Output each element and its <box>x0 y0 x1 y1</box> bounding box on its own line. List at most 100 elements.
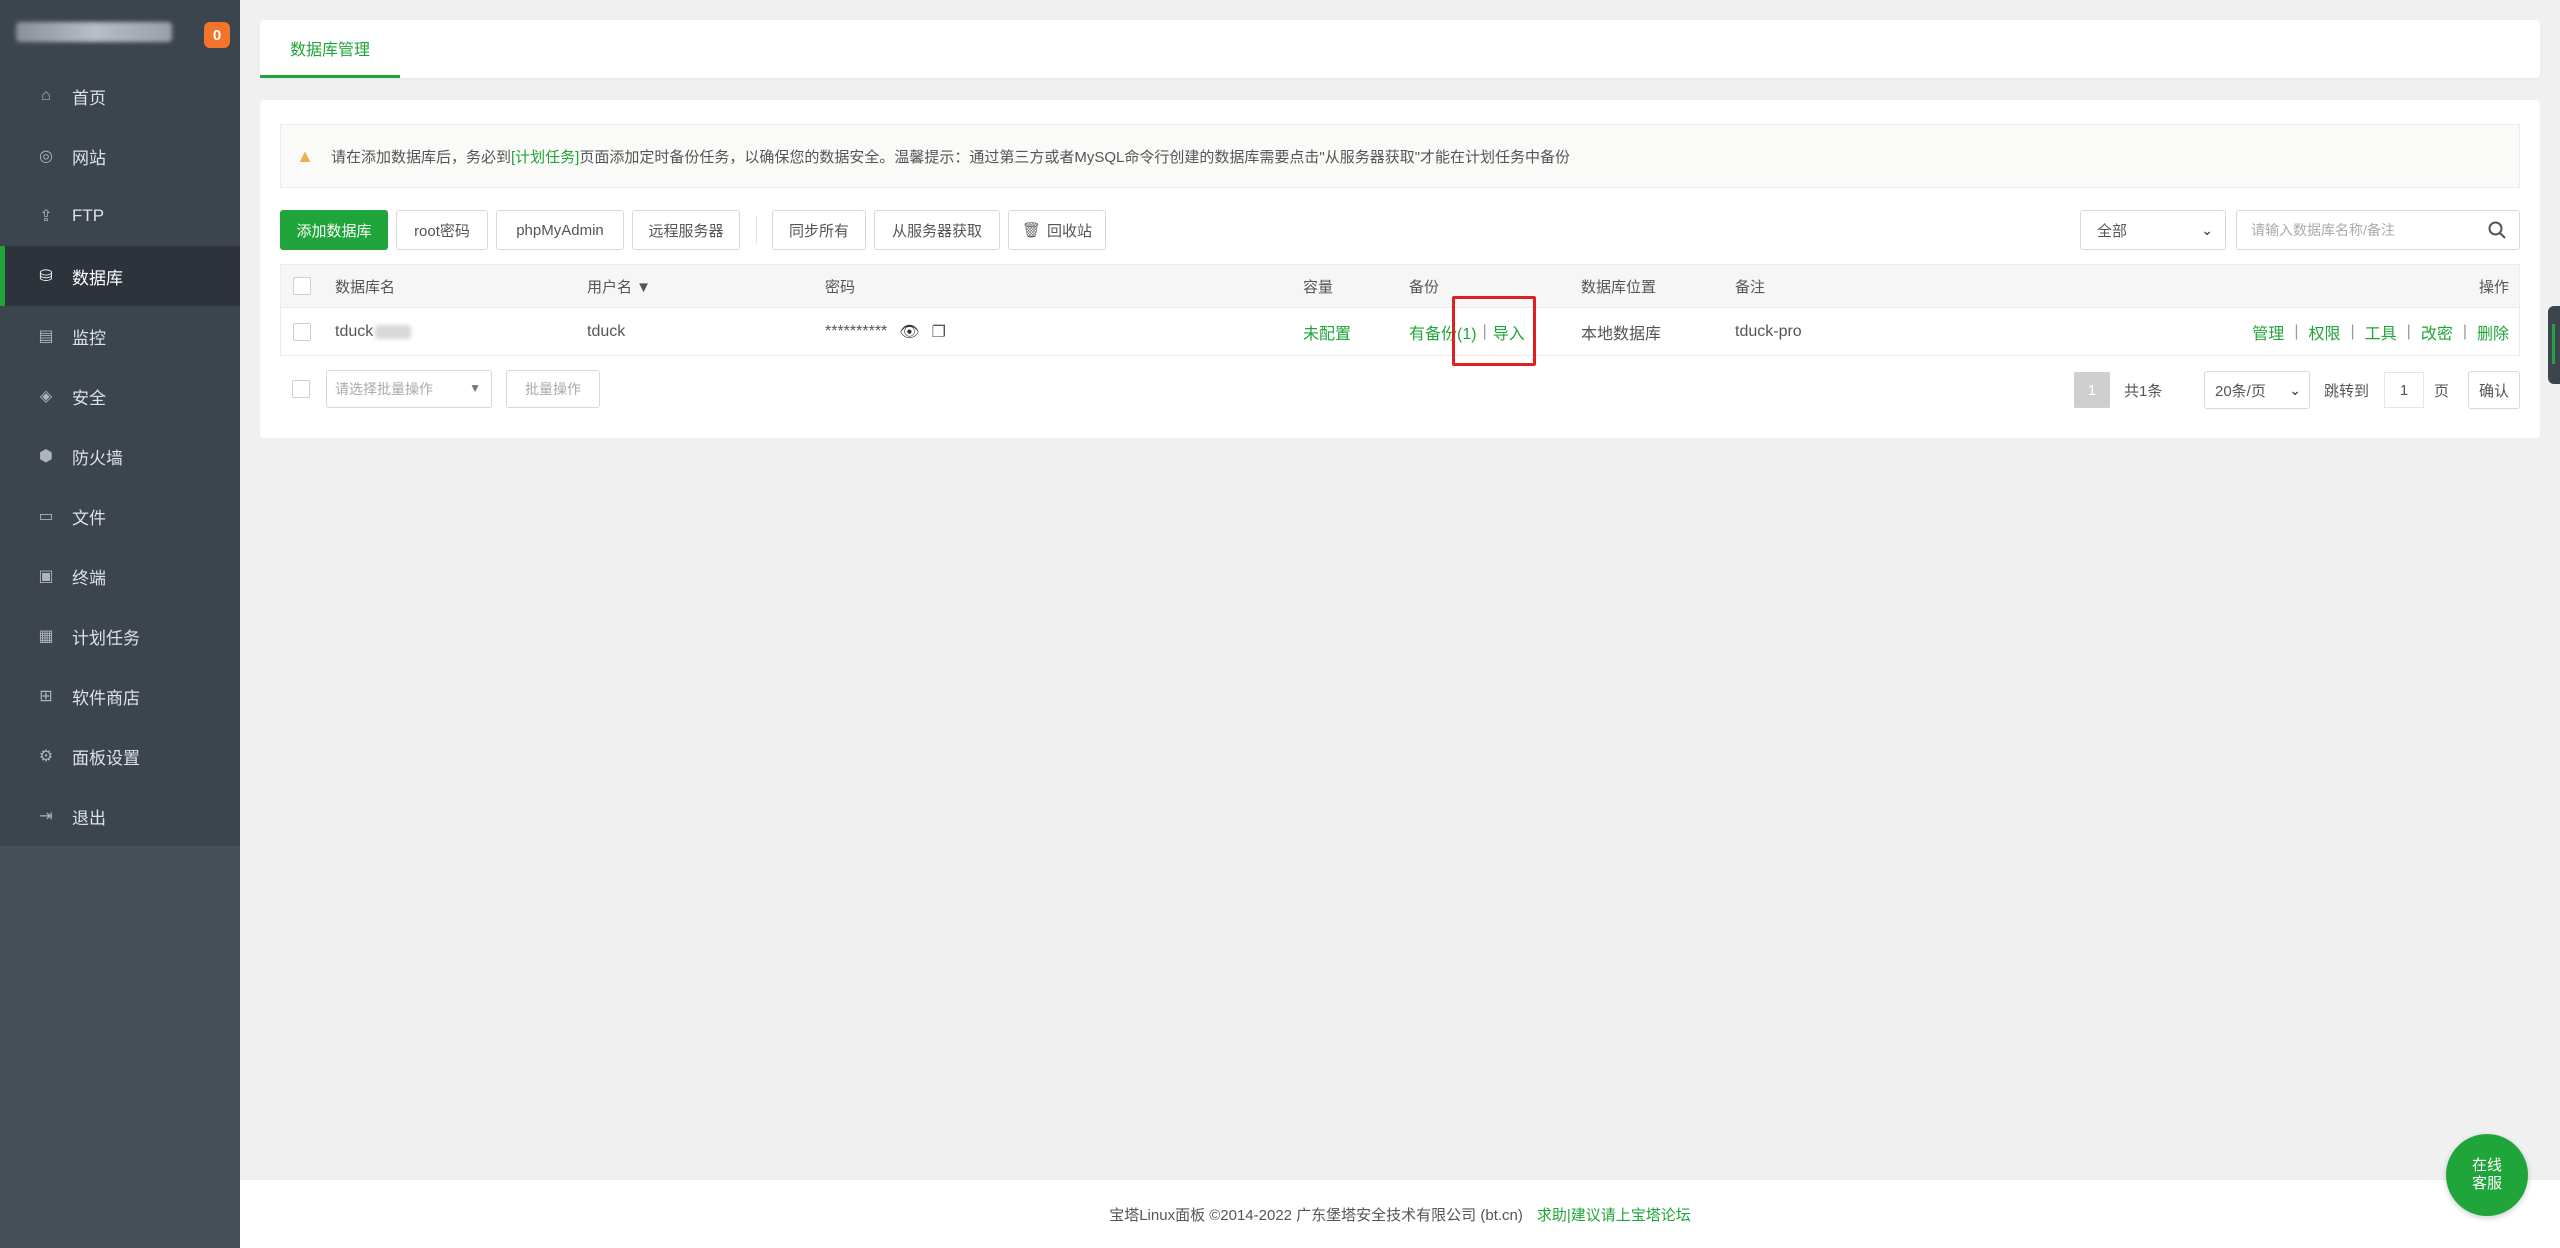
sidebar-item-firewall[interactable]: ⬢ 防火墙 <box>0 426 240 486</box>
permission-link[interactable]: 权限 <box>2308 320 2340 344</box>
search-icon[interactable] <box>2487 220 2507 240</box>
sidebar-item-label: 软件商店 <box>72 688 140 708</box>
backup-warning-alert: ▲ 请在添加数据库后，务必到 [计划任务] 页面添加定时备份任务，以确保您的数据… <box>280 124 2520 188</box>
ftp-icon: ⇪ <box>39 208 53 225</box>
settings-icon: ⚙ <box>38 748 54 765</box>
import-link[interactable]: 导入 <box>1493 320 1525 344</box>
phpmyadmin-button[interactable]: phpMyAdmin <box>496 210 624 250</box>
sidebar: 0 ⌂ 首页 ◎ 网站 ⇪ FTP ⛁ 数据库 ▤ 监控 ◈ 安全 ⬢ 防火墙 ▭ 文件 ▣ 终端 ▦ 计划任务 ⊞ 软件… <box>0 0 240 1248</box>
add-database-button[interactable]: 添加数据库 <box>280 210 388 250</box>
chevron-down-icon: ⌄ <box>2289 382 2301 398</box>
backup-link[interactable]: 有备份(1) <box>1409 320 1477 344</box>
jump-page-input[interactable]: 1 <box>2384 372 2424 408</box>
database-panel: ▲ 请在添加数据库后，务必到 [计划任务] 页面添加定时备份任务，以确保您的数据… <box>260 100 2540 438</box>
pagination: 1 共1条 20条/页 ⌄ 跳转到 1 页 确认 <box>2074 370 2520 410</box>
header-password: 密码 <box>825 278 856 296</box>
database-table: 数据库名 用户名 ▼ 密码 容量 备份 数据库位置 备注 操作 tduck td… <box>280 264 2520 356</box>
brand-logo <box>16 22 172 42</box>
sidebar-item-logout[interactable]: ⇥ 退出 <box>0 786 240 846</box>
main-content: 数据库管理 ▲ 请在添加数据库后，务必到 [计划任务] 页面添加定时备份任务，以… <box>240 0 2560 1248</box>
sidebar-item-label: 终端 <box>72 568 106 588</box>
row-checkbox[interactable] <box>293 322 311 341</box>
root-password-button[interactable]: root密码 <box>396 210 488 250</box>
firewall-icon: ⬢ <box>39 448 53 465</box>
header-capacity: 容量 <box>1303 278 1334 296</box>
sidebar-item-database[interactable]: ⛁ 数据库 <box>0 246 240 306</box>
support-label-line2: 客服 <box>2471 1175 2502 1192</box>
sidebar-item-calendar[interactable]: ▦ 计划任务 <box>0 606 240 666</box>
category-filter-select[interactable]: 全部 ⌄ <box>2080 210 2226 250</box>
sidebar-item-label: FTP <box>72 206 105 225</box>
sidebar-item-label: 面板设置 <box>72 748 140 768</box>
sidebar-bottom <box>0 846 240 1248</box>
side-drawer-handle[interactable] <box>2548 306 2560 384</box>
batch-operation-select[interactable]: 请选择批量操作 ▼ <box>326 370 492 408</box>
sidebar-item-label: 退出 <box>72 808 106 828</box>
copy-icon[interactable]: ❐ <box>932 322 946 342</box>
folder-icon: ▭ <box>38 508 54 525</box>
sidebar-item-ftp[interactable]: ⇪ FTP <box>0 186 240 246</box>
header-user[interactable]: 用户名 ▼ <box>587 265 651 307</box>
sidebar-item-globe[interactable]: ◎ 网站 <box>0 126 240 186</box>
tab-database-management[interactable]: 数据库管理 <box>260 20 400 78</box>
page-number-current[interactable]: 1 <box>2074 372 2110 408</box>
alert-text-after: 页面添加定时备份任务，以确保您的数据安全。温馨提示：通过第三方或者MySQL命令… <box>579 148 1571 166</box>
header-name: 数据库名 <box>335 278 396 296</box>
fetch-from-server-button[interactable]: 从服务器获取 <box>874 210 1000 250</box>
calendar-icon: ▦ <box>38 628 54 645</box>
sidebar-menu: ⌂ 首页 ◎ 网站 ⇪ FTP ⛁ 数据库 ▤ 监控 ◈ 安全 ⬢ 防火墙 ▭ 文件 ▣ 终端 ▦ 计划任务 ⊞ 软件商店… <box>0 66 240 846</box>
delete-link[interactable]: 删除 <box>2477 320 2509 344</box>
logout-icon: ⇥ <box>39 808 53 825</box>
alert-text-before: 请在添加数据库后，务必到 <box>331 148 512 166</box>
cell-location: 本地数据库 <box>1581 325 1662 343</box>
home-icon: ⌂ <box>41 87 51 104</box>
sidebar-item-monitor[interactable]: ▤ 监控 <box>0 306 240 366</box>
sidebar-item-home[interactable]: ⌂ 首页 <box>0 66 240 126</box>
tab-bar: 数据库管理 <box>260 20 2540 78</box>
caret-down-icon: ▼ <box>469 381 481 395</box>
search-input[interactable] <box>2237 211 2473 249</box>
sidebar-item-label: 计划任务 <box>72 628 140 648</box>
page-footer: 宝塔Linux面板 ©2014-2022 广东堡塔安全技术有限公司 (bt.cn… <box>240 1180 2560 1248</box>
sidebar-item-shield[interactable]: ◈ 安全 <box>0 366 240 426</box>
per-page-value: 20条/页 <box>2215 382 2266 400</box>
recycle-bin-label: 回收站 <box>1047 222 1093 240</box>
sidebar-item-apps[interactable]: ⊞ 软件商店 <box>0 666 240 726</box>
header-remark: 备注 <box>1735 278 1766 296</box>
manage-link[interactable]: 管理 <box>2252 320 2284 344</box>
sidebar-item-settings[interactable]: ⚙ 面板设置 <box>0 726 240 786</box>
table-footer: 请选择批量操作 ▼ 批量操作 1 共1条 20条/页 ⌄ 跳转到 1 页 确认 <box>280 370 2520 410</box>
sidebar-item-label: 监控 <box>72 328 106 348</box>
cell-remark[interactable]: tduck-pro <box>1735 308 1802 355</box>
password-mask: ********** <box>825 322 888 340</box>
select-all-checkbox[interactable] <box>293 277 311 295</box>
per-page-select[interactable]: 20条/页 ⌄ <box>2204 371 2310 409</box>
cron-task-link[interactable]: [计划任务] <box>511 146 579 167</box>
cell-capacity[interactable]: 未配置 <box>1303 308 1351 355</box>
recycle-bin-button[interactable]: 🗑 回收站 <box>1008 210 1106 250</box>
batch-select-all-checkbox[interactable] <box>292 380 310 398</box>
cell-db-name: tduck <box>335 308 412 355</box>
sidebar-item-terminal[interactable]: ▣ 终端 <box>0 546 240 606</box>
search-box <box>2236 210 2520 250</box>
shield-icon: ◈ <box>39 388 53 405</box>
batch-operation-button[interactable]: 批量操作 <box>506 370 600 408</box>
sidebar-item-folder[interactable]: ▭ 文件 <box>0 486 240 546</box>
separator: | <box>2350 322 2355 340</box>
online-support-button[interactable]: 在线 客服 <box>2446 1134 2528 1216</box>
page-unit: 页 <box>2434 382 2450 400</box>
cell-actions: 管理 | 权限 | 工具 | 改密 | 删除 <box>2252 308 2509 355</box>
chevron-down-icon: ⌄ <box>2201 222 2213 238</box>
total-count: 共1条 <box>2124 382 2163 400</box>
select-all-checkbox-cell <box>293 265 311 307</box>
forum-link[interactable]: 求助|建议请上宝塔论坛 <box>1537 1204 1691 1225</box>
eye-icon[interactable]: 👁 <box>899 322 919 342</box>
cell-backup: 有备份(1) | 导入 <box>1409 308 1525 355</box>
sync-all-button[interactable]: 同步所有 <box>772 210 866 250</box>
change-password-link[interactable]: 改密 <box>2421 320 2453 344</box>
notification-badge[interactable]: 0 <box>204 22 230 48</box>
remote-server-button[interactable]: 远程服务器 <box>632 210 740 250</box>
tools-link[interactable]: 工具 <box>2365 320 2397 344</box>
category-filter-value: 全部 <box>2097 222 2128 240</box>
confirm-jump-button[interactable]: 确认 <box>2468 371 2520 409</box>
